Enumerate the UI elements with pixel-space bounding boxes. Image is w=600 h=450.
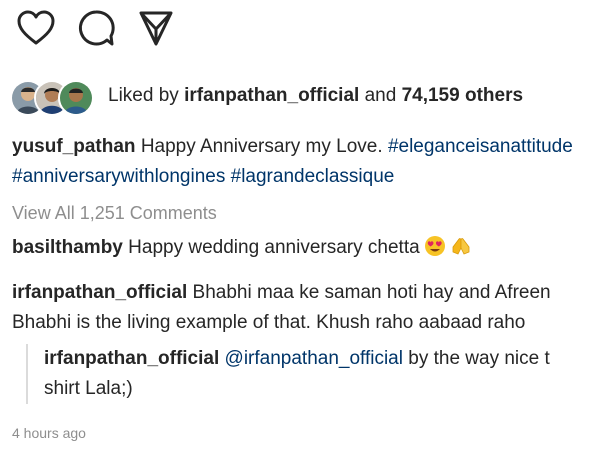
likes-summary: Liked by irfanpathan_official and 74,159… — [108, 85, 523, 107]
share-button[interactable] — [134, 8, 178, 48]
post-timestamp: 4 hours ago — [12, 425, 86, 441]
like-button[interactable] — [14, 8, 58, 48]
caption-text: Happy Anniversary my Love. — [140, 136, 383, 157]
liker-avatars — [10, 78, 96, 116]
hashtag-link[interactable]: #anniversarywithlongines — [12, 166, 225, 187]
post-caption: yusuf_pathan Happy Anniversary my Love. … — [12, 132, 600, 192]
comment-text: Bhabhi maa ke saman hoti hay and Afreen — [192, 282, 551, 303]
comment-text: Bhabhi is the living example of that. Kh… — [12, 312, 526, 333]
comment-username[interactable]: irfanpathan_official — [12, 282, 187, 303]
hashtag-link[interactable]: #lagrandeclassique — [231, 166, 395, 187]
view-all-comments-link[interactable]: View All 1,251 Comments — [12, 203, 217, 224]
comment-text: Happy wedding anniversary chetta — [128, 237, 420, 258]
heart-eyes-emoji-icon — [424, 235, 446, 257]
likes-connector: and — [364, 85, 397, 106]
comment-reply: irfanpathan_official @irfanpathan_offici… — [26, 344, 600, 404]
comment-bubble-icon — [77, 9, 115, 47]
hashtag-link[interactable]: #eleganceisanattitude — [388, 136, 573, 157]
avatar[interactable] — [58, 80, 94, 116]
likes-row: Liked by irfanpathan_official and 74,159… — [10, 76, 523, 116]
folded-hands-emoji-icon — [450, 235, 472, 257]
heart-outline-icon — [16, 9, 56, 47]
likes-count-link[interactable]: 74,159 others — [402, 85, 523, 106]
comment-username[interactable]: basilthamby — [12, 237, 123, 258]
comment-item: irfanpathan_official Bhabhi maa ke saman… — [12, 278, 592, 338]
caption-username[interactable]: yusuf_pathan — [12, 136, 136, 157]
likes-prefix: Liked by — [108, 85, 179, 106]
comment-item: basilthamby Happy wedding anniversary ch… — [12, 233, 592, 263]
reply-text: shirt Lala;) — [44, 378, 133, 399]
reply-text: by the way nice t — [408, 348, 550, 369]
post-actions — [14, 8, 194, 48]
paper-plane-icon — [138, 9, 174, 47]
reply-username[interactable]: irfanpathan_official — [44, 348, 219, 369]
comment-button[interactable] — [74, 8, 118, 48]
liker-username-link[interactable]: irfanpathan_official — [184, 85, 359, 106]
reply-mention-link[interactable]: @irfanpathan_official — [225, 348, 403, 369]
